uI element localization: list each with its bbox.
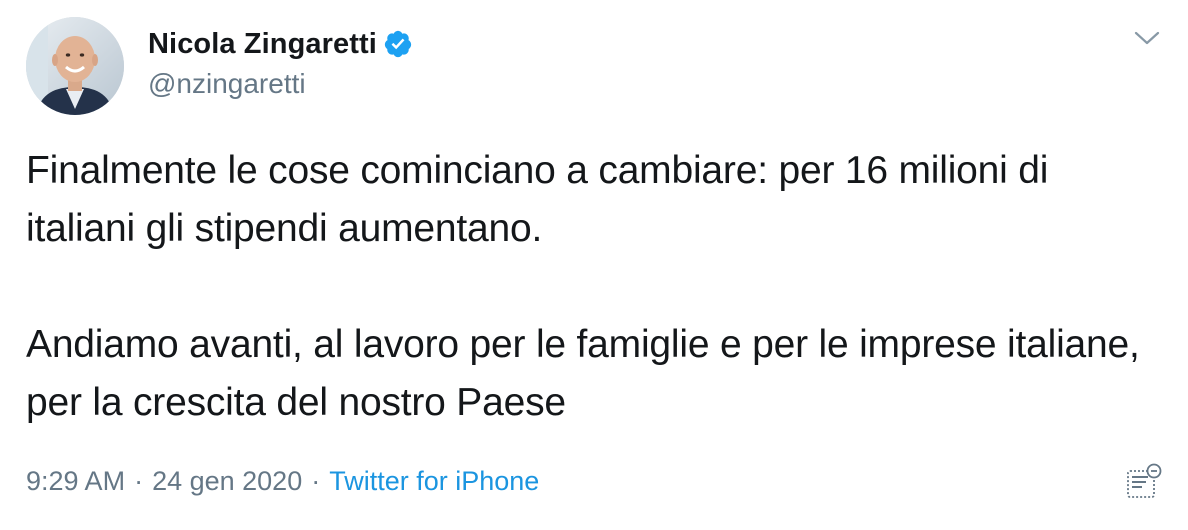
- verified-badge-icon: [383, 29, 413, 59]
- avatar[interactable]: [26, 17, 124, 115]
- meta-separator: ·: [311, 466, 321, 496]
- tweet-meta: 9:29 AM · 24 gen 2020 · Twitter for iPho…: [26, 466, 539, 497]
- tweet-date[interactable]: 24 gen 2020: [152, 466, 302, 497]
- author-name-row[interactable]: Nicola Zingaretti: [148, 26, 413, 62]
- tweet-card: Nicola Zingaretti @nzingaretti Finalment…: [0, 0, 1188, 530]
- chevron-down-icon[interactable]: [1132, 26, 1162, 52]
- tweet-text: Finalmente le cose cominciano a cambiare…: [26, 149, 1140, 424]
- tweet-source-link[interactable]: Twitter for iPhone: [329, 466, 539, 497]
- tweet-analytics-icon[interactable]: [1122, 462, 1164, 502]
- meta-separator: ·: [134, 466, 144, 496]
- display-name[interactable]: Nicola Zingaretti: [148, 28, 377, 61]
- author-handle[interactable]: @nzingaretti: [148, 68, 306, 100]
- tweet-time[interactable]: 9:29 AM: [26, 466, 125, 497]
